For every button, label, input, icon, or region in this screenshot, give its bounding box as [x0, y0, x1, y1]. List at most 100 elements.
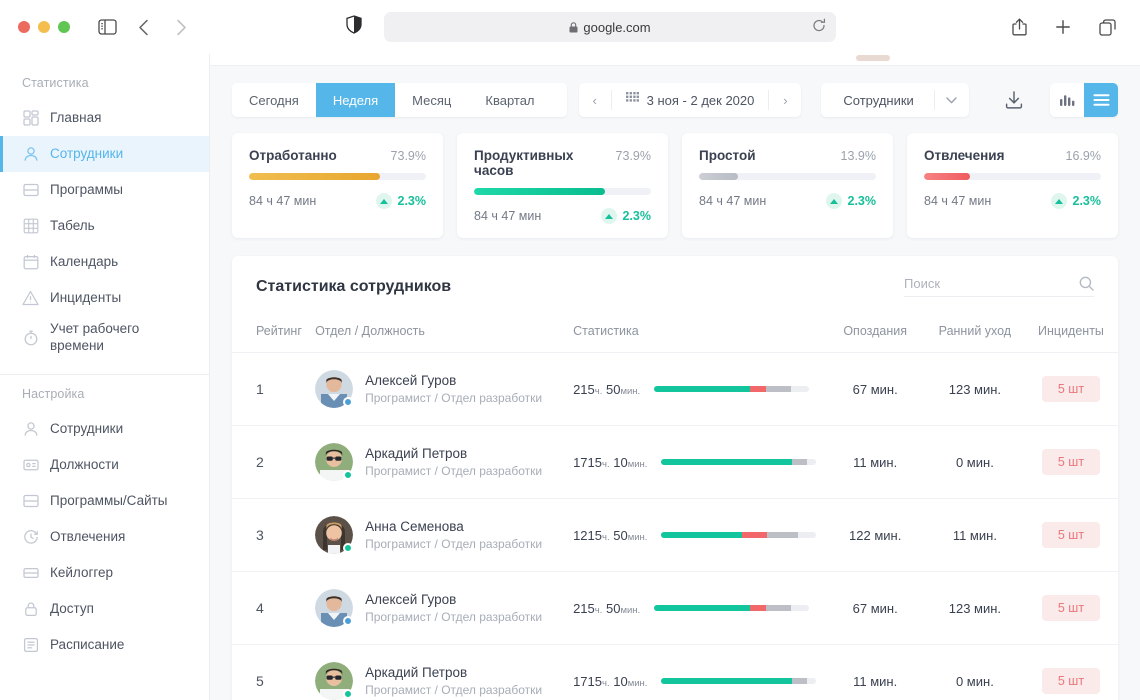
stat-card-delta-value: 2.3% — [623, 209, 652, 223]
row-incidents-cell: 5 шт — [1024, 426, 1118, 499]
period-button-quarter[interactable]: Квартал — [468, 83, 551, 117]
sidebar-item-incidenty[interactable]: Инциденты — [0, 280, 209, 316]
entity-filter-select[interactable]: Сотрудники — [821, 83, 968, 117]
search-input[interactable] — [904, 276, 1054, 291]
address-bar[interactable]: google.com — [384, 12, 836, 42]
row-late: 67 мин. — [825, 572, 926, 645]
period-button-week[interactable]: Неделя — [316, 83, 395, 117]
search-icon[interactable] — [1079, 276, 1094, 291]
table-row[interactable]: 4 — [232, 572, 1118, 645]
employee-role: Програмист / Отдел разработки — [365, 464, 542, 478]
column-header-late[interactable]: Опоздания — [825, 315, 926, 353]
sidebar-item-uchet-rabochego-vremeni[interactable]: Учет рабочего времени — [0, 316, 209, 360]
sidebar-item-kejlogger[interactable]: Кейлоггер — [0, 555, 209, 591]
maximize-window-button[interactable] — [58, 21, 70, 33]
sidebar-item-dolzhnosti[interactable]: Должности — [0, 447, 209, 483]
period-segmented-control[interactable]: Сегодня Неделя Месяц Квартал Год — [232, 83, 567, 117]
row-statistics: 215ч. 50мин. — [573, 572, 824, 645]
table-row[interactable]: 5 — [232, 645, 1118, 700]
row-progress-bar — [661, 459, 816, 465]
stat-card-delta: 2.3% — [376, 193, 427, 209]
stat-card-otrabotanno[interactable]: Отработанно 73.9% 84 ч 47 мин 2.3% — [232, 133, 443, 238]
sidebar-item-label: Должности — [50, 457, 119, 474]
sidebar-item-raspisanie[interactable]: Расписание — [0, 627, 209, 663]
chevron-down-icon[interactable] — [935, 97, 969, 104]
incidents-chip[interactable]: 5 шт — [1042, 595, 1100, 621]
incidents-chip[interactable]: 5 шт — [1042, 668, 1100, 694]
row-early-leave: 0 мин. — [926, 426, 1024, 499]
column-header-incidents[interactable]: Инциденты — [1024, 315, 1118, 353]
list-view-icon[interactable] — [1084, 83, 1118, 117]
sidebar-toggle-icon[interactable] — [92, 12, 122, 42]
bar-segment-gray — [767, 532, 798, 538]
download-icon[interactable] — [1003, 83, 1026, 117]
avatar — [315, 516, 353, 554]
bar-segment-green — [661, 532, 742, 538]
status-badge — [343, 543, 353, 553]
keyboard-icon — [22, 565, 39, 582]
sidebar-item-otvlecheniya[interactable]: Отвлечения — [0, 519, 209, 555]
incidents-chip[interactable]: 5 шт — [1042, 376, 1100, 402]
period-button-month[interactable]: Месяц — [395, 83, 468, 117]
lock-icon — [569, 22, 578, 33]
row-duration: 1715ч. 10мин. — [573, 674, 647, 689]
close-window-button[interactable] — [18, 21, 30, 33]
table-row[interactable]: 2 — [232, 426, 1118, 499]
sidebar-item-programmy[interactable]: Программы — [0, 172, 209, 208]
row-early-leave: 123 мин. — [926, 572, 1024, 645]
column-header-department[interactable]: Отдел / Должность — [315, 315, 573, 353]
date-range-label-wrap[interactable]: 3 ноя - 2 дек 2020 — [612, 92, 769, 108]
date-prev-chevron-icon[interactable]: ‹ — [579, 83, 611, 117]
sidebar-item-glavnaya[interactable]: Главная — [0, 100, 209, 136]
period-button-year[interactable]: Год — [552, 83, 567, 117]
stat-card-otvlecheniya[interactable]: Отвлечения 16.9% 84 ч 47 мин 2.3% — [907, 133, 1118, 238]
reload-icon[interactable] — [812, 19, 826, 36]
scrolled-content-peek — [210, 54, 1140, 66]
row-duration: 215ч. 50мин. — [573, 382, 640, 397]
incidents-chip[interactable]: 5 шт — [1042, 449, 1100, 475]
browser-toolbar: google.com — [0, 0, 1140, 54]
new-tab-plus-icon[interactable] — [1048, 12, 1078, 42]
sidebar-item-dostup[interactable]: Доступ — [0, 591, 209, 627]
sidebar-item-kalendar[interactable]: Календарь — [0, 244, 209, 280]
tabs-overview-icon[interactable] — [1092, 12, 1122, 42]
sidebar-item-tabel[interactable]: Табель — [0, 208, 209, 244]
window-controls[interactable] — [18, 21, 70, 33]
stat-card-progress-track — [699, 173, 876, 180]
period-button-today[interactable]: Сегодня — [232, 83, 316, 117]
stat-card-produktivnyh-chasov[interactable]: Продуктивных часов 73.9% 84 ч 47 мин 2.3… — [457, 133, 668, 238]
forward-arrow-icon[interactable] — [166, 12, 196, 42]
employee-role: Програмист / Отдел разработки — [365, 683, 542, 697]
stat-card-prostoj[interactable]: Простой 13.9% 84 ч 47 мин 2.3% — [682, 133, 893, 238]
sidebar-item-label: Инциденты — [50, 290, 121, 307]
column-header-early-leave[interactable]: Ранний уход — [926, 315, 1024, 353]
bar-chart-icon[interactable] — [1050, 83, 1084, 117]
share-icon[interactable] — [1004, 12, 1034, 42]
minimize-window-button[interactable] — [38, 21, 50, 33]
table-row[interactable]: 3 — [232, 499, 1118, 572]
row-incidents-cell: 5 шт — [1024, 499, 1118, 572]
sidebar-item-programmy-sajty[interactable]: Программы/Сайты — [0, 483, 209, 519]
search-box[interactable] — [904, 276, 1094, 297]
stat-card-title: Отработанно — [249, 148, 337, 163]
table-row[interactable]: 1 — [232, 353, 1118, 426]
view-mode-toggle[interactable] — [1050, 83, 1118, 117]
back-arrow-icon[interactable] — [128, 12, 158, 42]
date-next-chevron-icon[interactable]: › — [769, 83, 801, 117]
row-late: 122 мин. — [825, 499, 926, 572]
table-header-row: Рейтинг Отдел / Должность Статистика Опо… — [232, 315, 1118, 353]
incidents-chip[interactable]: 5 шт — [1042, 522, 1100, 548]
row-employee: Анна Семенова Програмист / Отдел разрабо… — [315, 499, 573, 572]
sidebar-item-sotrudniki[interactable]: Сотрудники — [0, 136, 209, 172]
table-head: Рейтинг Отдел / Должность Статистика Опо… — [232, 315, 1118, 353]
column-header-rank[interactable]: Рейтинг — [232, 315, 315, 353]
user-icon — [22, 421, 39, 438]
stat-card-progress-track — [474, 188, 651, 195]
status-badge — [343, 397, 353, 407]
row-rank: 5 — [232, 645, 315, 700]
calendar-icon — [626, 92, 639, 108]
sidebar-item-settings-sotrudniki[interactable]: Сотрудники — [0, 411, 209, 447]
column-header-statistics[interactable]: Статистика — [573, 315, 824, 353]
date-range-navigator[interactable]: ‹ 3 ноя - 2 дек 2020 › — [579, 83, 802, 117]
shield-icon[interactable] — [346, 15, 362, 39]
